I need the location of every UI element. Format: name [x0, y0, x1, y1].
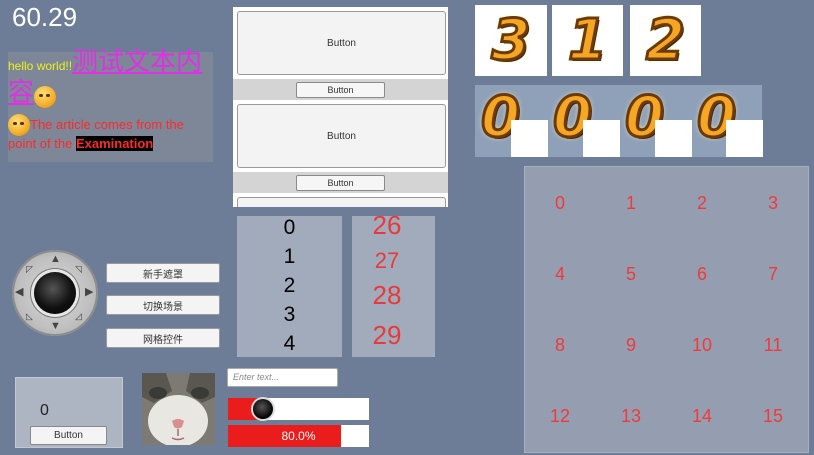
counter-button[interactable]: Button — [30, 426, 107, 445]
grid-cell[interactable]: 1 — [596, 167, 666, 239]
grid-cell[interactable]: 2 — [667, 167, 737, 239]
grid-cell[interactable]: 11 — [738, 309, 808, 381]
grid-panel[interactable]: 0 1 2 3 4 5 6 7 8 9 10 11 12 13 14 15 — [524, 166, 809, 453]
list-item[interactable]: 29 — [352, 320, 422, 351]
text-input[interactable]: Enter text... — [227, 368, 338, 387]
small-button[interactable]: Button — [296, 82, 385, 98]
guide-mask-button[interactable]: 新手遮罩 — [106, 263, 220, 283]
grid-cell[interactable]: 14 — [667, 380, 737, 452]
list-item[interactable]: 4 — [237, 332, 342, 356]
joystick-knob[interactable] — [34, 272, 76, 314]
grid-cell[interactable]: 4 — [525, 238, 595, 310]
grid-cell[interactable]: 5 — [596, 238, 666, 310]
arrow-down-icon: ▼ — [50, 320, 61, 332]
mask-square — [511, 120, 548, 157]
switch-scene-button[interactable]: 切换场景 — [106, 295, 220, 315]
mask-square — [583, 120, 620, 157]
big-button[interactable]: Button — [237, 197, 446, 207]
grid-cell[interactable]: 10 — [667, 309, 737, 381]
arrow-up-icon: ▲ — [50, 253, 61, 265]
digit-glyph: 3 — [490, 7, 532, 75]
digit-glyph: 2 — [645, 7, 687, 75]
smile-emoji-icon — [34, 85, 57, 108]
grid-cell[interactable]: 9 — [596, 309, 666, 381]
grid-cell[interactable]: 3 — [738, 167, 808, 239]
big-button[interactable]: Button — [237, 104, 446, 168]
big-button[interactable]: Button — [237, 11, 446, 75]
arrow-down-left-icon: ◺ — [26, 311, 33, 321]
exam-text: Examination — [75, 136, 154, 151]
mask-square — [726, 120, 763, 157]
grid-cell[interactable]: 0 — [525, 167, 595, 239]
hello-text: hello world!! — [8, 59, 73, 73]
joystick-icon[interactable]: ▲ ▼ ◀ ▶ ◸ ◹ ◺ ◿ — [12, 250, 98, 336]
arrow-left-icon: ◀ — [15, 286, 24, 298]
arrow-right-icon: ▶ — [85, 286, 94, 298]
number-scroll-list[interactable]: 0 1 2 3 4 — [237, 216, 342, 357]
list-item[interactable]: 0 — [237, 216, 342, 240]
list-item[interactable]: 3 — [237, 303, 342, 327]
list-item[interactable]: 1 — [237, 245, 342, 269]
grid-cell[interactable]: 8 — [525, 309, 595, 381]
list-item[interactable]: 27 — [352, 248, 422, 274]
grid-cell[interactable]: 15 — [738, 380, 808, 452]
zero-digit-row: 0 0 0 0 — [475, 84, 763, 157]
button-scroll-view[interactable]: Button Button Button Button Button — [233, 7, 448, 207]
rich-text-panel: hello world!!测试文本内容 The article comes fr… — [8, 48, 213, 162]
grid-cell[interactable]: 7 — [738, 238, 808, 310]
mask-square — [655, 120, 692, 157]
counter-value: 0 — [40, 402, 49, 419]
slider[interactable] — [228, 398, 369, 420]
red-number-scroll-list[interactable]: 26 27 28 29 — [352, 216, 435, 357]
arrow-up-left-icon: ◸ — [26, 264, 33, 274]
digit-image: 1 — [552, 5, 623, 76]
arrow-down-right-icon: ◿ — [75, 311, 82, 321]
small-button[interactable]: Button — [296, 175, 385, 191]
progress-bar: 80.0% — [228, 425, 369, 447]
fps-counter: 60.29 — [12, 2, 78, 32]
digit-glyph: 1 — [567, 7, 609, 75]
cat-photo — [142, 373, 215, 445]
list-item[interactable]: 28 — [352, 280, 422, 311]
slider-handle[interactable] — [253, 399, 274, 419]
digit-image: 2 — [630, 5, 701, 76]
grid-control-button[interactable]: 网格控件 — [106, 328, 220, 348]
digit-image: 3 — [475, 5, 547, 76]
grid-cell[interactable]: 6 — [667, 238, 737, 310]
think-emoji-icon — [8, 114, 30, 136]
list-item[interactable]: 2 — [237, 274, 342, 298]
list-item[interactable]: 26 — [352, 216, 422, 241]
progress-label: 80.0% — [281, 429, 316, 443]
grid-cell[interactable]: 12 — [525, 380, 595, 452]
grid-cell[interactable]: 13 — [596, 380, 666, 452]
arrow-up-right-icon: ◹ — [75, 264, 82, 274]
counter-panel: 0 Button — [15, 377, 123, 448]
